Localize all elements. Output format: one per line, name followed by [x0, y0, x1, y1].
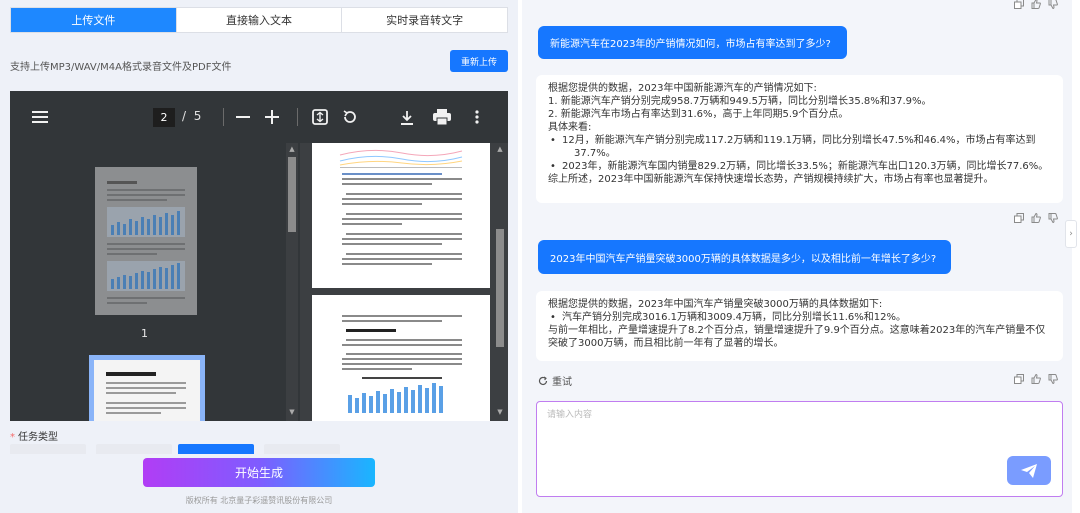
pdf-page-1	[312, 143, 490, 288]
copy-icon[interactable]	[1013, 373, 1024, 384]
chat-input[interactable]	[537, 402, 1062, 496]
answer-line: 根据您提供的数据，2023年中国新能源汽车的产销情况如下:	[548, 83, 817, 94]
chat-input-box	[536, 401, 1063, 497]
scroll-up-arrow[interactable]: ▲	[287, 144, 297, 154]
refresh-icon	[538, 376, 548, 385]
paper-plane-icon	[1021, 463, 1037, 478]
chat-area: 新能源汽车在2023年的产销情况如何，市场占有率达到了多少? 根据您提供的数据，…	[522, 0, 1072, 513]
pdf-viewer: 2 / 5 1 ▲ ▼ ▲ ▼	[10, 91, 508, 421]
retry-label: 重试	[552, 377, 572, 388]
answer-bullet: 12月，新能源汽车产销分别完成117.2万辆和119.1万辆，同比分别增长47.…	[548, 134, 1051, 147]
pdf-toolbar: 2 / 5	[10, 91, 508, 143]
page-scrollbar[interactable]: ▲ ▼	[494, 143, 506, 421]
tab-live-recording[interactable]: 实时录音转文字	[342, 8, 507, 32]
message-actions-1	[1013, 212, 1058, 223]
rotate-icon[interactable]	[340, 107, 360, 127]
user-message-1: 新能源汽车在2023年的产销情况如何，市场占有率达到了多少?	[538, 26, 847, 59]
task-option-2[interactable]	[96, 444, 172, 454]
more-options-icon[interactable]	[467, 107, 487, 127]
answer-line: 根据您提供的数据，2023年中国汽车产销量突破3000万辆的具体数据如下:	[548, 299, 883, 310]
pdf-page-2	[312, 295, 490, 421]
tab-direct-text[interactable]: 直接输入文本	[177, 8, 343, 32]
fit-page-icon[interactable]	[310, 107, 330, 127]
menu-icon[interactable]	[30, 107, 50, 127]
chat-panel: 新能源汽车在2023年的产销情况如何，市场占有率达到了多少? 根据您提供的数据，…	[522, 0, 1080, 513]
user-message-2: 2023年中国汽车产销量突破3000万辆的具体数据是多少，以及相比前一年增长了多…	[538, 240, 951, 274]
upload-hint: 支持上传MP3/WAV/M4A格式录音文件及PDF文件	[10, 62, 232, 73]
thumbs-up-icon[interactable]	[1030, 212, 1041, 223]
page-scroll-up-arrow[interactable]: ▲	[495, 144, 505, 154]
print-icon[interactable]	[432, 107, 452, 127]
assistant-message-1: 根据您提供的数据，2023年中国新能源汽车的产销情况如下: 1. 新能源汽车产销…	[536, 75, 1063, 203]
thumbs-down-icon[interactable]	[1047, 373, 1058, 384]
task-option-4[interactable]	[264, 444, 340, 454]
answer-bullet: 汽车产销分别完成3016.1万辆和3009.4万辆，同比分别增长11.6%和12…	[548, 311, 1051, 324]
thumbnail-scroll-thumb[interactable]	[288, 157, 296, 232]
answer-line: 37.7%。	[574, 148, 616, 159]
task-option-3-selected[interactable]	[178, 444, 254, 454]
chevron-right-icon[interactable]: ›	[1065, 220, 1077, 248]
start-generate-button[interactable]: 开始生成	[143, 458, 375, 487]
answer-line: 与前一年相比，产量增速提升了8.2个百分点，销量增速提升了9.9个百分点。这意味…	[548, 325, 1046, 336]
page-thumbnail-2[interactable]	[94, 360, 200, 421]
input-mode-tabs: 上传文件 直接输入文本 实时录音转文字	[10, 7, 508, 33]
answer-line: 具体来看:	[548, 122, 592, 133]
zoom-out-icon[interactable]	[233, 107, 253, 127]
retry-button[interactable]: 重试	[538, 373, 572, 388]
zoom-in-icon[interactable]	[262, 107, 282, 127]
page-scroll-down-arrow[interactable]: ▼	[495, 407, 505, 417]
answer-bullet: 2023年，新能源汽车国内销量829.2万辆，同比增长33.5%；新能源汽车出口…	[548, 160, 1051, 173]
answer-line: 综上所述，2023年中国新能源汽车保持快速增长态势，产销规模持续扩大，市场占有率…	[548, 174, 994, 185]
pdf-page-view: ▲ ▼	[300, 143, 508, 421]
page-separator: / 5	[182, 109, 202, 123]
total-pages: 5	[193, 109, 202, 123]
task-type-options	[10, 444, 340, 454]
page-scroll-thumb[interactable]	[496, 229, 504, 347]
send-button[interactable]	[1007, 456, 1051, 485]
task-option-1[interactable]	[10, 444, 86, 454]
tab-upload-file[interactable]: 上传文件	[11, 8, 177, 32]
message-actions-top	[1013, 0, 1058, 9]
task-type-label: * 任务类型	[10, 432, 58, 443]
thumbnail-page-label: 1	[141, 327, 148, 340]
page-number-input[interactable]: 2	[153, 108, 175, 127]
message-actions-2	[1013, 373, 1058, 384]
answer-line: 2. 新能源汽车市场占有率达到31.6%，高于上年同期5.9个百分点。	[548, 109, 849, 120]
reupload-button[interactable]: 重新上传	[450, 50, 508, 72]
thumbnail-scrollbar[interactable]: ▲ ▼	[286, 143, 298, 421]
thumbs-up-icon[interactable]	[1030, 373, 1041, 384]
thumbs-up-icon[interactable]	[1030, 0, 1041, 9]
scroll-down-arrow[interactable]: ▼	[287, 407, 297, 417]
required-marker: *	[10, 432, 15, 443]
page-thumbnail-1[interactable]	[95, 167, 197, 315]
copy-icon[interactable]	[1013, 212, 1024, 223]
thumbs-down-icon[interactable]	[1047, 212, 1058, 223]
thumbs-down-icon[interactable]	[1047, 0, 1058, 9]
thumbnail-sidebar: 1 ▲ ▼	[10, 143, 300, 421]
copy-icon[interactable]	[1013, 0, 1024, 9]
copyright-text: 版权所有 北京量子彩遥赞讯股份有限公司	[185, 496, 333, 505]
answer-line: 1. 新能源汽车产销分别完成958.7万辆和949.5万辆，同比分别增长35.8…	[548, 96, 932, 107]
answer-line: 突破了3000万辆，而且相比前一年有了显著的增长。	[548, 338, 784, 349]
left-panel: 上传文件 直接输入文本 实时录音转文字 支持上传MP3/WAV/M4A格式录音文…	[0, 0, 518, 513]
assistant-message-2: 根据您提供的数据，2023年中国汽车产销量突破3000万辆的具体数据如下: 汽车…	[536, 291, 1063, 361]
download-icon[interactable]	[397, 107, 417, 127]
